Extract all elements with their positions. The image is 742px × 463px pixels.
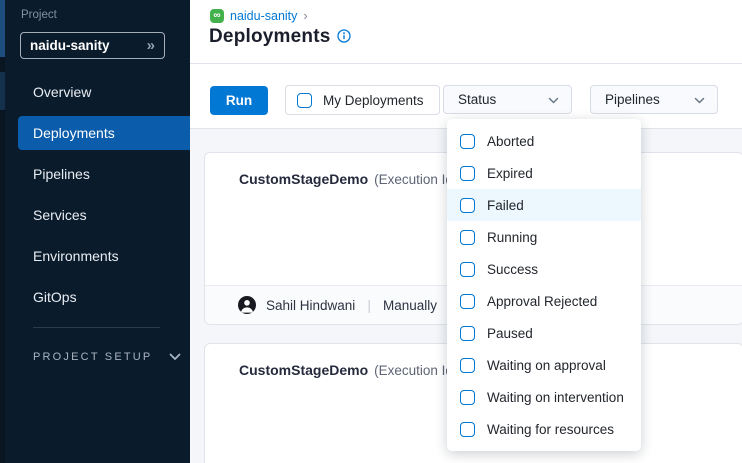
checkbox[interactable] [460,134,475,149]
pipeline-name: CustomStageDemo [239,171,368,187]
menu-item-aborted[interactable]: Aborted [447,125,641,157]
status-filter-dropdown[interactable]: Status [443,85,572,114]
chevron-down-icon [169,348,181,366]
project-selector[interactable]: naidu-sanity » [20,32,165,59]
checkbox[interactable] [460,358,475,373]
chevron-down-icon [548,91,559,109]
project-selector-value: naidu-sanity [30,38,110,53]
checkbox[interactable] [460,326,475,341]
page-header: ∞ naidu-sanity › Deployments [190,0,742,64]
page-title-row: Deployments [209,26,351,48]
checkbox[interactable] [460,166,475,181]
sidebar-divider [33,327,160,328]
my-deployments-checkbox[interactable] [297,93,312,108]
sidebar-item-overview[interactable]: Overview [0,75,190,109]
project-setup-section[interactable]: PROJECT SETUP [33,348,181,366]
menu-item-waiting-on-approval[interactable]: Waiting on approval [447,349,641,381]
my-deployments-toggle[interactable]: My Deployments [285,85,440,115]
execution-title: CustomStageDemo (Execution Id [239,171,453,187]
sidebar-item-deployments[interactable]: Deployments [18,116,190,150]
sidebar-item-pipelines[interactable]: Pipelines [0,157,190,191]
menu-item-success[interactable]: Success [447,253,641,285]
checkbox[interactable] [460,198,475,213]
trigger-type: Manually [383,298,437,313]
menu-item-approval-rejected[interactable]: Approval Rejected [447,285,641,317]
status-filter-menu: Aborted Expired Failed Running Success A… [447,119,641,451]
triggered-by-user: Sahil Hindwani [266,298,355,313]
execution-title: CustomStageDemo (Execution Id [239,362,453,378]
double-chevron-right-icon[interactable]: » [147,37,155,54]
breadcrumb: ∞ naidu-sanity › [210,8,308,23]
menu-item-waiting-for-resources[interactable]: Waiting for resources [447,413,641,445]
run-button[interactable]: Run [210,86,268,115]
menu-item-expired[interactable]: Expired [447,157,641,189]
cd-module-icon: ∞ [210,9,224,23]
footer-separator: | [365,297,373,313]
execution-id-text: (Execution Id [374,363,453,378]
sidebar-item-environments[interactable]: Environments [0,239,190,273]
project-setup-label: PROJECT SETUP [33,351,152,363]
pipeline-name: CustomStageDemo [239,362,368,378]
menu-item-failed[interactable]: Failed [447,189,641,221]
checkbox[interactable] [460,422,475,437]
project-label: Project [21,9,57,21]
pipelines-filter-dropdown[interactable]: Pipelines [590,85,718,114]
page-title: Deployments [209,26,331,48]
checkbox[interactable] [460,262,475,277]
project-sidebar: Project naidu-sanity » Overview Deployme… [0,0,190,463]
sidebar-item-gitops[interactable]: GitOps [0,280,190,314]
menu-item-running[interactable]: Running [447,221,641,253]
execution-id-text: (Execution Id [374,172,453,187]
menu-item-waiting-on-intervention[interactable]: Waiting on intervention [447,381,641,413]
info-icon[interactable] [337,29,351,48]
sidebar-item-services[interactable]: Services [0,198,190,232]
checkbox[interactable] [460,230,475,245]
checkbox[interactable] [460,294,475,309]
checkbox[interactable] [460,390,475,405]
user-avatar-icon [238,296,256,314]
menu-item-paused[interactable]: Paused [447,317,641,349]
breadcrumb-chevron-icon: › [303,8,307,23]
breadcrumb-project-link[interactable]: naidu-sanity [230,9,297,23]
module-rail-accent [0,0,5,57]
chevron-down-icon [694,91,705,109]
harness-deployments-page: Project naidu-sanity » Overview Deployme… [0,0,742,463]
